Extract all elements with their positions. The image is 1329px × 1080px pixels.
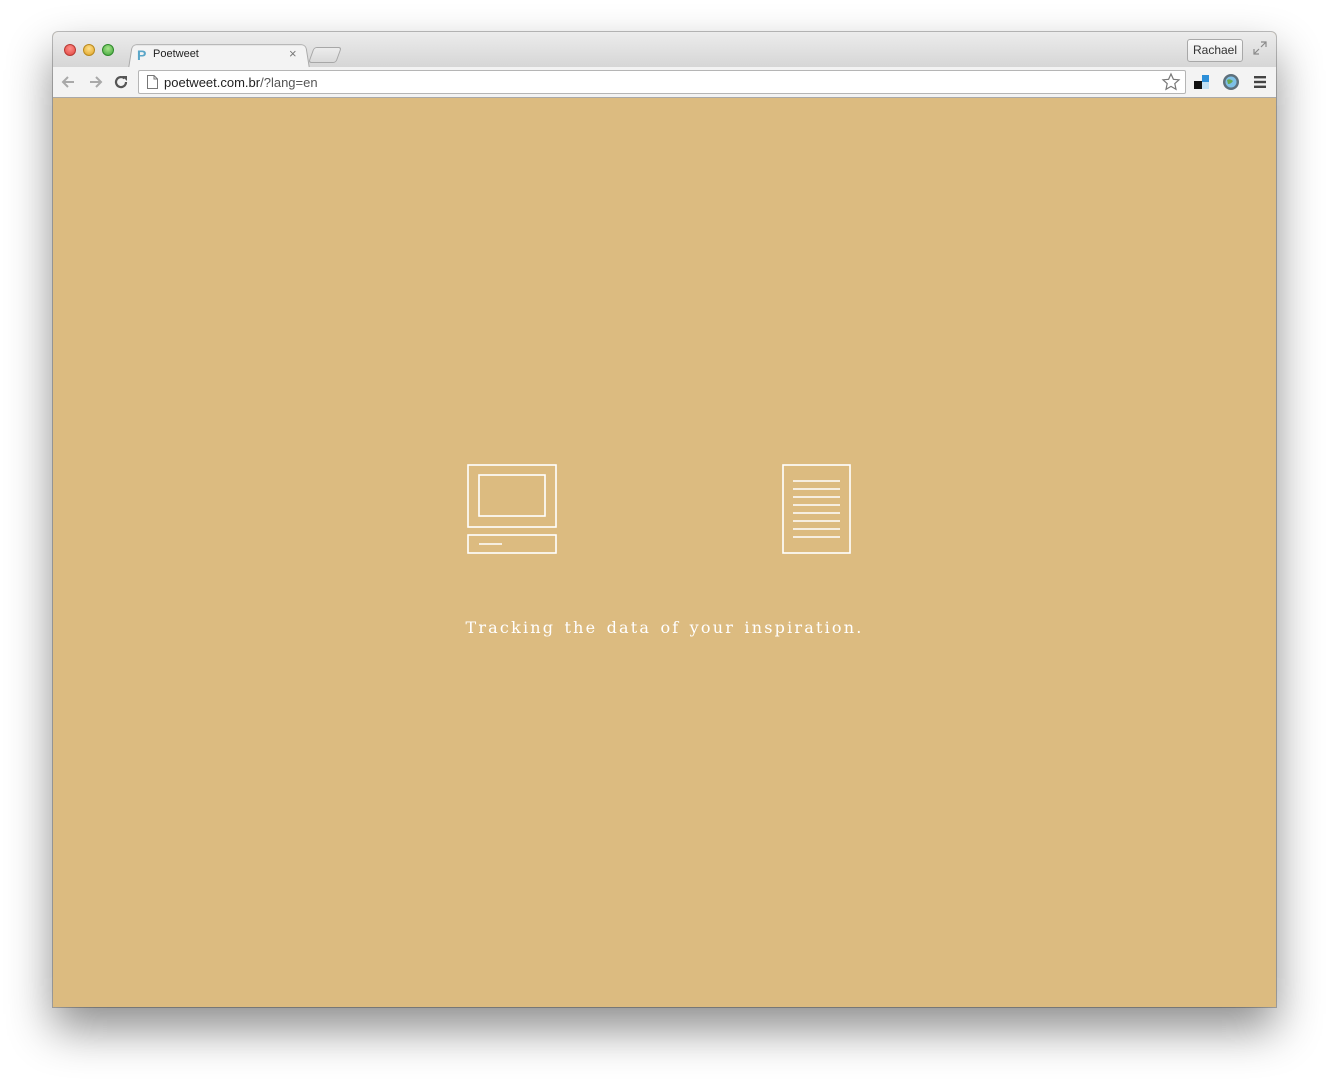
menu-icon[interactable] — [1251, 73, 1269, 91]
reload-icon[interactable] — [111, 72, 131, 92]
minimize-window-button[interactable] — [83, 44, 95, 56]
url-path: /?lang=en — [260, 75, 318, 90]
forward-icon[interactable] — [85, 72, 105, 92]
title-bar: P Poetweet × Rachael — [53, 32, 1276, 69]
tab-close-icon[interactable]: × — [289, 46, 297, 61]
fullscreen-icon[interactable] — [1253, 41, 1267, 55]
browser-tab-content[interactable]: P Poetweet × — [137, 46, 307, 66]
profile-button[interactable]: Rachael — [1187, 39, 1243, 62]
url-domain: poetweet.com.br — [164, 75, 261, 90]
page-icon — [147, 75, 158, 89]
url-text: poetweet.com.br/?lang=en — [164, 75, 318, 90]
page-content: Tracking the data of your inspiration. — [53, 98, 1276, 1007]
tagline: Tracking the data of your inspiration. — [465, 618, 864, 637]
globe-extension-icon[interactable] — [1222, 73, 1240, 91]
new-tab-button[interactable] — [308, 47, 342, 63]
extension-icon[interactable] — [1193, 73, 1211, 91]
close-window-button[interactable] — [64, 44, 76, 56]
address-bar[interactable]: poetweet.com.br/?lang=en — [138, 70, 1186, 94]
document-icon — [782, 464, 851, 554]
star-icon[interactable] — [1161, 72, 1181, 92]
tab-title: Poetweet — [153, 48, 199, 60]
back-icon[interactable] — [59, 72, 79, 92]
browser-toolbar: poetweet.com.br/?lang=en — [53, 67, 1276, 98]
browser-window: P Poetweet × Rachael poetweet.com.br/?la — [53, 32, 1276, 1007]
computer-icon — [467, 464, 557, 554]
zoom-window-button[interactable] — [102, 44, 114, 56]
poetweet-favicon-icon: P — [137, 47, 147, 63]
